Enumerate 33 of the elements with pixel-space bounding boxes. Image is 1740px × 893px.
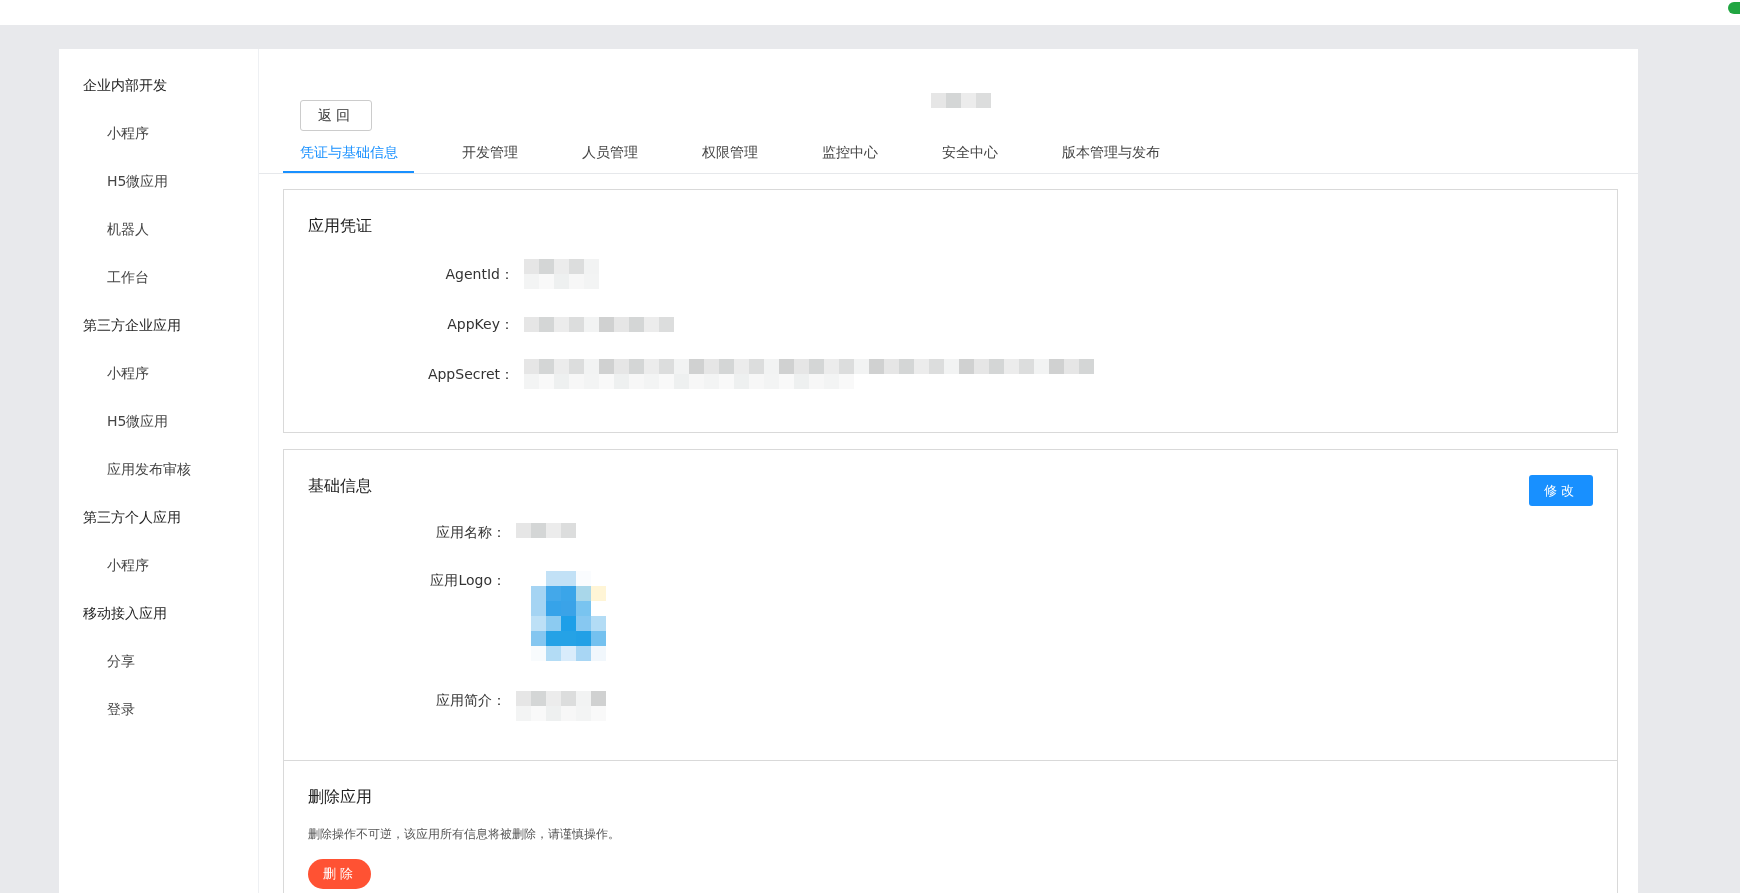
tab[interactable]: 版本管理与发布 — [1045, 137, 1176, 173]
card-title: 基础信息 — [308, 476, 372, 497]
blurred-title — [931, 93, 991, 108]
card-title: 应用凭证 — [308, 216, 372, 237]
sidebar-item[interactable]: 机器人 — [59, 205, 258, 253]
sidebar-item[interactable]: 小程序 — [59, 541, 258, 589]
card-title: 删除应用 — [308, 787, 372, 808]
sidebar-group-title: 企业内部开发 — [82, 76, 168, 95]
sidebar-item[interactable]: 小程序 — [59, 349, 258, 397]
sidebar-item[interactable]: 小程序 — [59, 109, 258, 157]
back-button[interactable]: 返回 — [300, 100, 372, 131]
tab[interactable]: 安全中心 — [925, 137, 1014, 173]
tab[interactable]: 人员管理 — [565, 137, 654, 173]
field-label: 应用简介： — [435, 691, 507, 709]
warning-text: 删除操作不可逆，该应用所有信息将被删除，请谨慎操作。 — [308, 826, 621, 843]
field-label: 应用Logo： — [429, 571, 507, 589]
sidebar-item[interactable]: 工作台 — [59, 253, 258, 301]
sidebar-group-title: 第三方个人应用 — [82, 508, 182, 527]
blurred-value — [516, 523, 576, 538]
field-label: 应用名称： — [435, 523, 507, 541]
sidebar-group-title: 移动接入应用 — [82, 604, 168, 623]
sidebar-item[interactable]: H5微应用 — [59, 157, 258, 205]
sidebar-item[interactable]: 登录 — [59, 685, 258, 733]
field-label: AppKey： — [446, 315, 515, 333]
sidebar-item[interactable]: 应用发布审核 — [59, 445, 258, 493]
field-label: AgentId： — [444, 265, 515, 283]
sidebar-item[interactable]: 分享 — [59, 637, 258, 685]
field-label: AppSecret： — [426, 365, 515, 383]
tab[interactable]: 权限管理 — [685, 137, 774, 173]
tab[interactable]: 开发管理 — [445, 137, 534, 173]
sidebar-item[interactable]: H5微应用 — [59, 397, 258, 445]
tab[interactable]: 监控中心 — [805, 137, 894, 173]
sidebar-group-title: 第三方企业应用 — [82, 316, 182, 335]
